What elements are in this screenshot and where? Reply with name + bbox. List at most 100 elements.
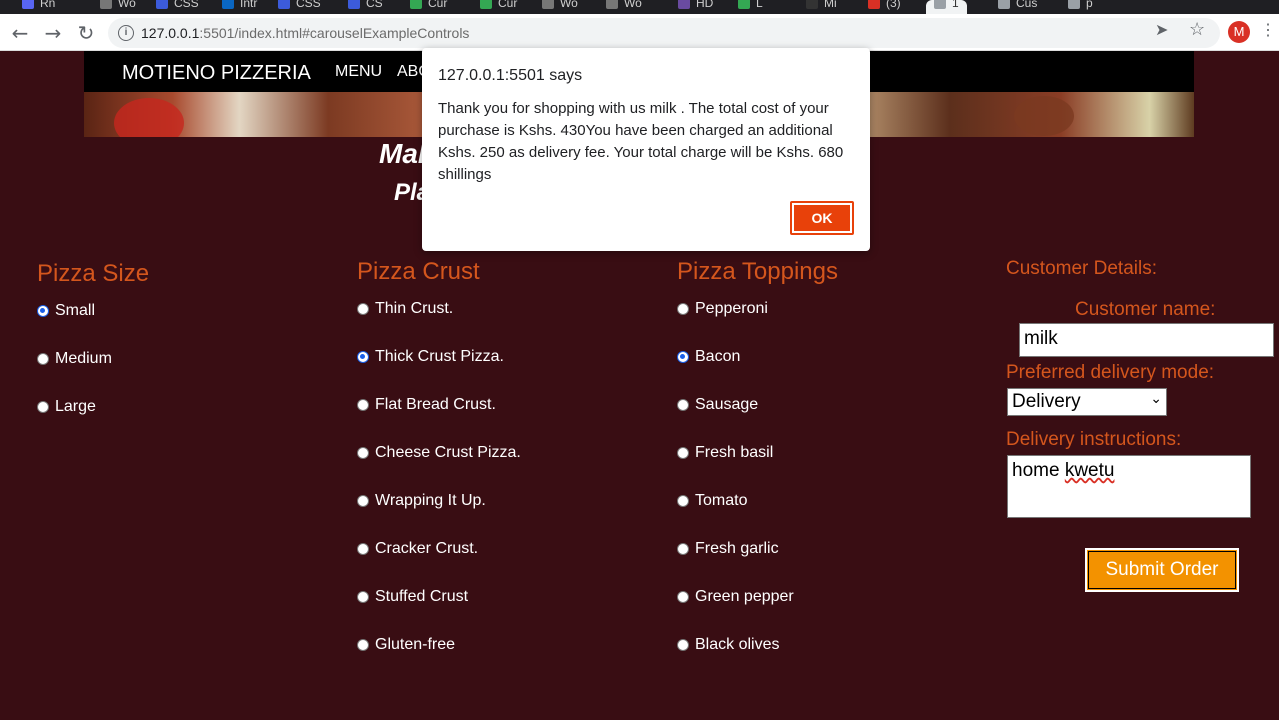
toppings-option-label: Fresh basil (695, 444, 774, 461)
tab-favicon-icon (278, 0, 290, 9)
browser-tab[interactable]: CSS (148, 0, 207, 14)
browser-tab[interactable]: Cur (402, 0, 455, 14)
size-radio[interactable] (37, 353, 49, 365)
tab-label: Mi (824, 0, 837, 10)
tab-favicon-icon (1068, 0, 1080, 9)
browser-tab[interactable]: Cus (990, 0, 1045, 14)
size-radio[interactable] (37, 401, 49, 413)
crust-radio[interactable] (357, 591, 369, 603)
toppings-radio[interactable] (677, 303, 689, 315)
toppings-option[interactable]: Sausage (677, 396, 758, 414)
crust-option[interactable]: Flat Bread Crust. (357, 396, 496, 414)
browser-tab[interactable]: CSS (270, 0, 329, 14)
url-host: 127.0.0.1 (141, 25, 200, 41)
chevron-down-icon: ⌄ (1150, 390, 1162, 406)
size-radio[interactable] (37, 305, 49, 317)
crust-option[interactable]: Cracker Crust. (357, 540, 478, 558)
toppings-radio[interactable] (677, 591, 689, 603)
toppings-option-label: Green pepper (695, 588, 794, 605)
reload-icon[interactable]: ↻ (74, 21, 98, 45)
toppings-radio[interactable] (677, 447, 689, 459)
crust-option[interactable]: Stuffed Crust (357, 588, 468, 606)
crust-option-label: Thick Crust Pizza. (375, 348, 504, 365)
pizza-size-title: Pizza Size (37, 260, 150, 287)
delivery-mode-select[interactable]: Delivery ⌄ (1007, 388, 1167, 416)
browser-tab[interactable]: HD (670, 0, 721, 14)
toppings-radio[interactable] (677, 399, 689, 411)
tab-label: Wo (118, 0, 136, 10)
toppings-option[interactable]: Bacon (677, 348, 740, 366)
crust-radio[interactable] (357, 543, 369, 555)
brand-logo[interactable]: MOTIENO PIZZERIA (122, 62, 311, 85)
crust-option[interactable]: Thick Crust Pizza. (357, 348, 504, 366)
toppings-option[interactable]: Tomato (677, 492, 747, 510)
browser-tab[interactable]: Wo (92, 0, 144, 14)
crust-radio[interactable] (357, 399, 369, 411)
crust-option[interactable]: Wrapping It Up. (357, 492, 486, 510)
toppings-option[interactable]: Black olives (677, 636, 779, 654)
size-option[interactable]: Large (37, 398, 96, 416)
instructions-word-misspelled: kwetu (1064, 460, 1115, 481)
delivery-mode-label: Preferred delivery mode: (1006, 362, 1215, 383)
crust-radio[interactable] (357, 303, 369, 315)
bookmark-star-icon[interactable]: ☆ (1189, 19, 1205, 40)
browser-tab[interactable]: Mi (798, 0, 845, 14)
back-arrow-icon[interactable]: ← (8, 21, 32, 45)
toppings-option[interactable]: Fresh garlic (677, 540, 779, 558)
tab-label: CSS (174, 0, 199, 10)
browser-tab[interactable]: 1 (926, 0, 967, 14)
tab-favicon-icon (934, 0, 946, 9)
crust-option[interactable]: Cheese Crust Pizza. (357, 444, 521, 462)
browser-tab[interactable]: Wo (598, 0, 650, 14)
browser-tab[interactable]: Rn (14, 0, 63, 14)
address-bar[interactable]: i 127.0.0.1:5501/index.html#carouselExam… (108, 18, 1220, 48)
submit-order-button[interactable]: Submit Order (1085, 548, 1239, 592)
crust-option[interactable]: Thin Crust. (357, 300, 453, 318)
tab-favicon-icon (410, 0, 422, 9)
toppings-radio[interactable] (677, 639, 689, 651)
tab-favicon-icon (348, 0, 360, 9)
tab-favicon-icon (156, 0, 168, 9)
browser-tab[interactable]: CS (340, 0, 391, 14)
browser-tab[interactable]: (3) (860, 0, 909, 14)
delivery-instructions-textarea[interactable]: home kwetu (1007, 455, 1251, 518)
ok-button[interactable]: OK (790, 201, 854, 235)
browser-tab[interactable]: Cur (472, 0, 525, 14)
tab-favicon-icon (22, 0, 34, 9)
customer-name-label: Customer name: (1075, 299, 1216, 320)
toppings-radio[interactable] (677, 543, 689, 555)
size-option-label: Small (55, 302, 96, 319)
tab-favicon-icon (998, 0, 1010, 9)
delivery-instructions-label: Delivery instructions: (1006, 429, 1182, 450)
forward-arrow-icon[interactable]: → (41, 21, 65, 45)
browser-tab[interactable]: L (730, 0, 771, 14)
avatar[interactable]: M (1228, 21, 1250, 43)
url-text[interactable]: 127.0.0.1:5501/index.html#carouselExampl… (141, 25, 469, 41)
toppings-radio[interactable] (677, 495, 689, 507)
tab-label: Cur (428, 0, 448, 10)
customer-name-input[interactable]: milk (1019, 323, 1274, 357)
tab-favicon-icon (806, 0, 818, 9)
browser-tab[interactable]: Intr (214, 0, 265, 14)
toppings-radio[interactable] (677, 351, 689, 363)
crust-option-label: Wrapping It Up. (375, 492, 486, 509)
crust-radio[interactable] (357, 447, 369, 459)
toppings-option[interactable]: Fresh basil (677, 444, 773, 462)
info-icon[interactable]: i (118, 25, 134, 41)
tab-strip: Rn Wo CSS Intr CSS CS Cur Cur Wo Wo HD L Mi (3) 1 Cus p (0, 0, 1279, 14)
browser-tab[interactable]: p (1060, 0, 1101, 14)
browser-tab[interactable]: Wo (534, 0, 586, 14)
crust-option[interactable]: Gluten-free (357, 636, 455, 654)
crust-radio[interactable] (357, 495, 369, 507)
nav-link-menu[interactable]: MENU (335, 63, 382, 81)
send-icon[interactable]: ➤ (1155, 20, 1168, 40)
tab-favicon-icon (678, 0, 690, 9)
crust-radio[interactable] (357, 639, 369, 651)
menu-dots-icon[interactable]: ⋮ (1260, 20, 1276, 40)
size-option[interactable]: Small (37, 302, 95, 320)
size-option[interactable]: Medium (37, 350, 112, 368)
crust-radio[interactable] (357, 351, 369, 363)
toppings-option[interactable]: Pepperoni (677, 300, 768, 318)
toppings-option[interactable]: Green pepper (677, 588, 794, 606)
crust-option-label: Cracker Crust. (375, 540, 479, 557)
